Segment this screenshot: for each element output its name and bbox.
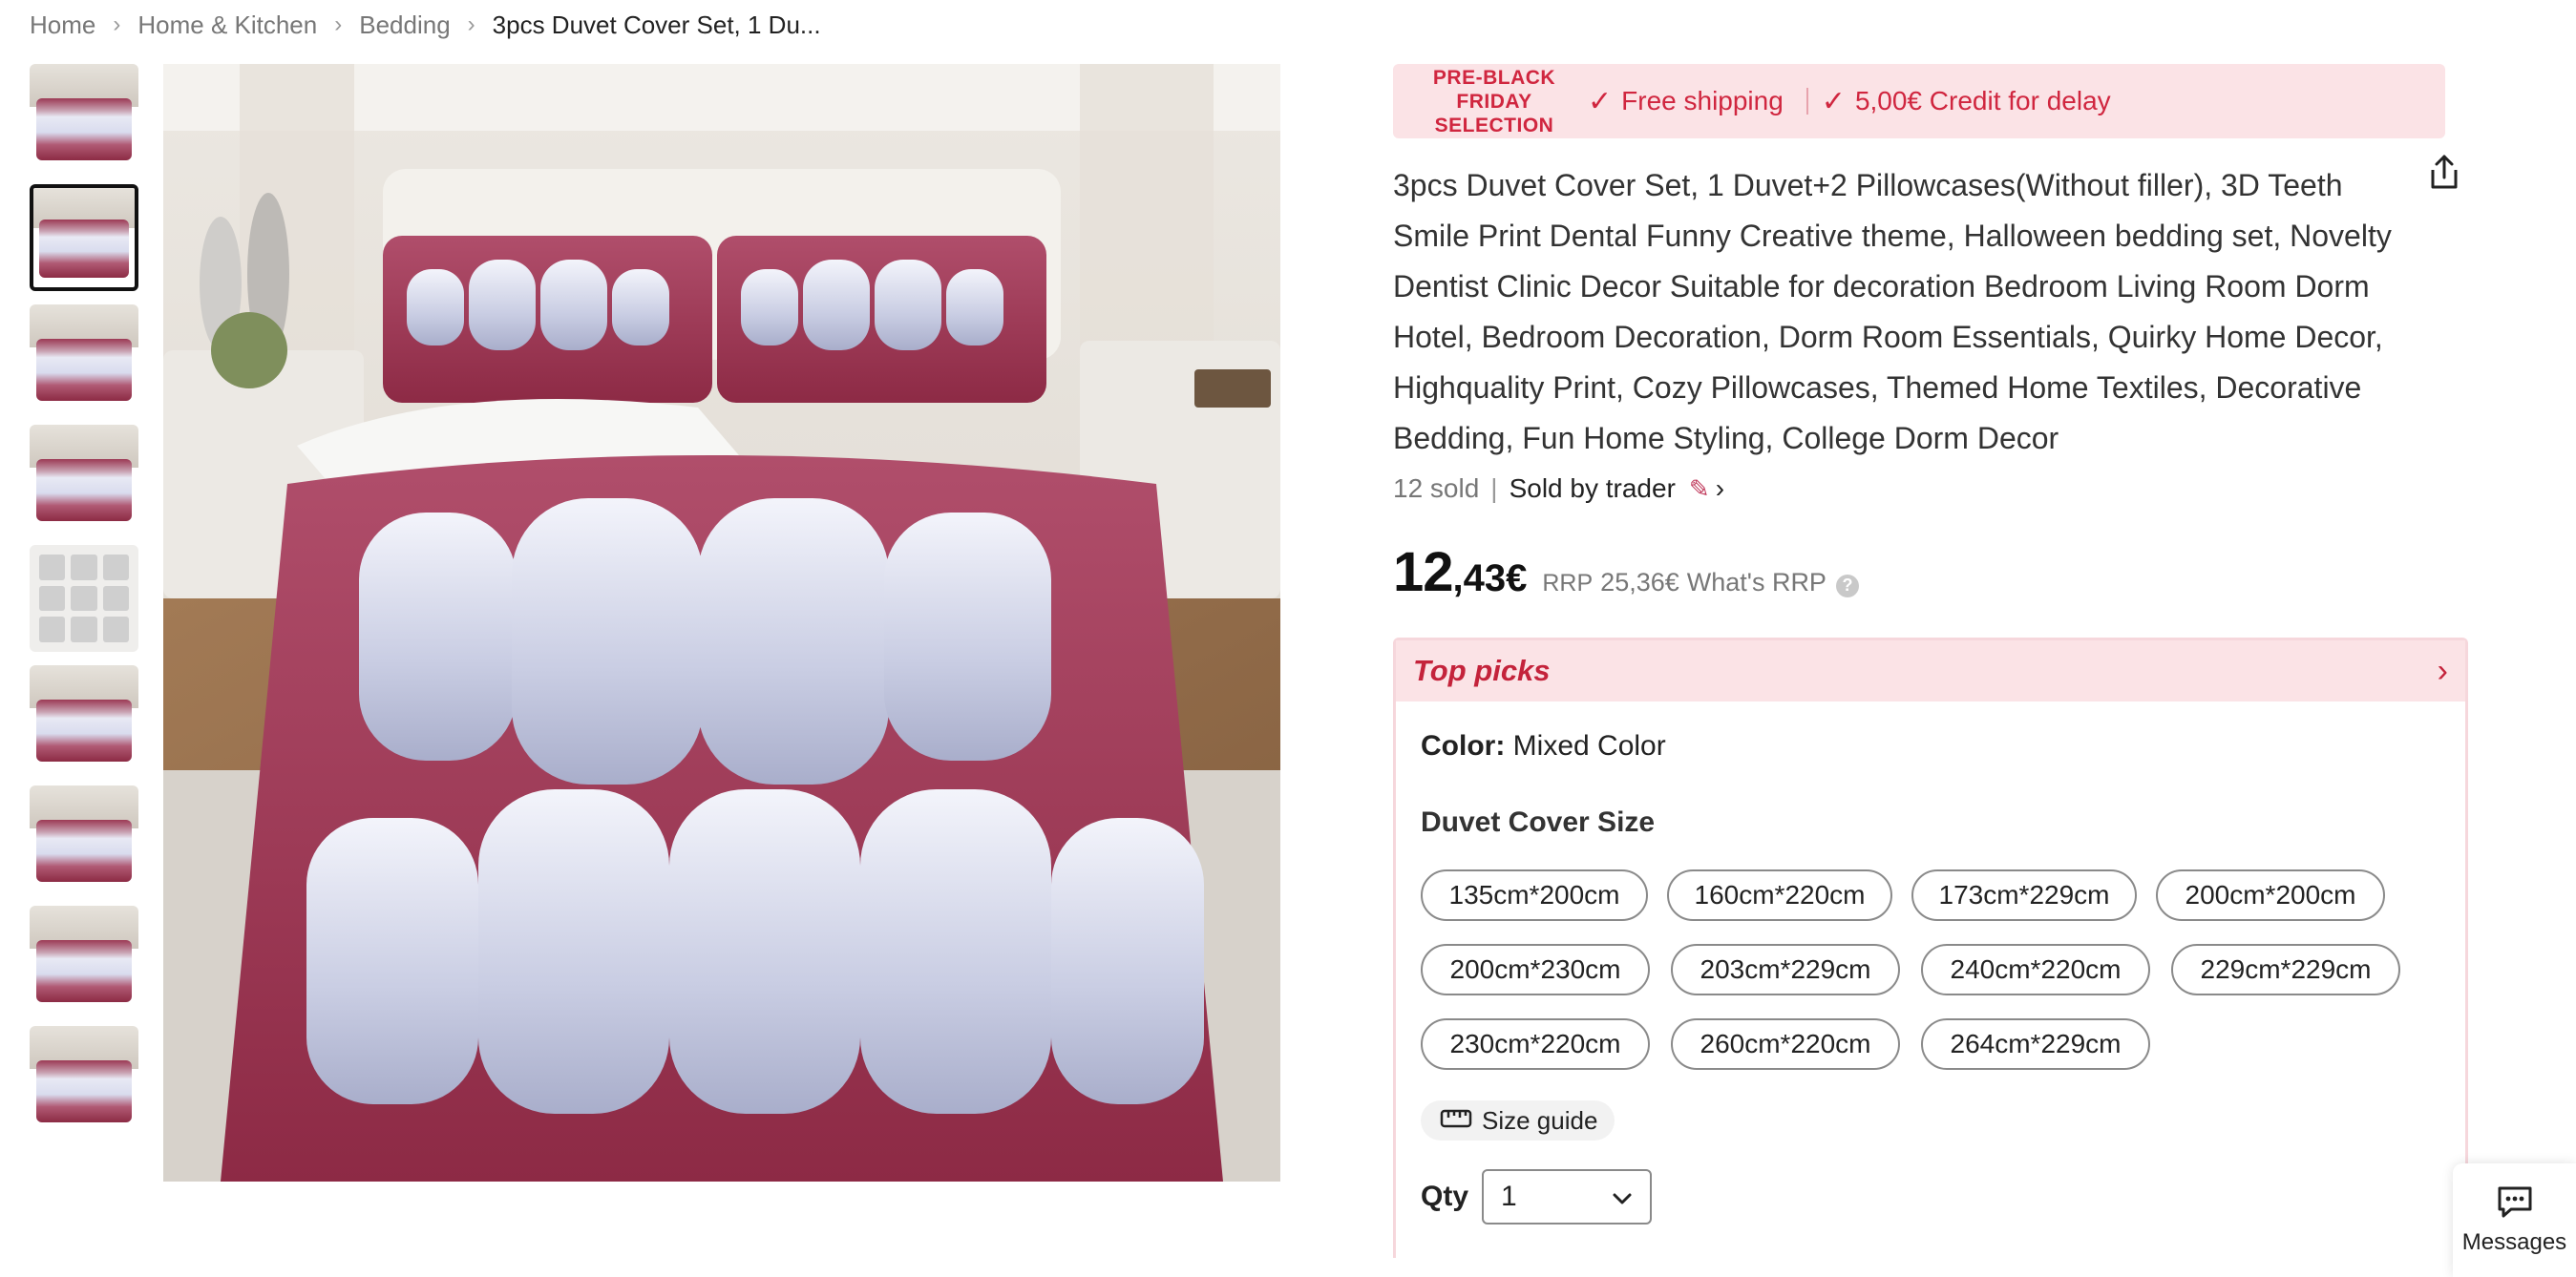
color-selection: Color: Mixed Color — [1421, 730, 1666, 763]
thumbnail-list — [30, 64, 138, 1146]
size-option[interactable]: 173cm*229cm — [1911, 869, 2137, 921]
sold-by-link[interactable]: Sold by trader — [1510, 473, 1676, 504]
free-shipping: ✓ Free shipping — [1588, 85, 1784, 118]
seller-row: 12 sold | Sold by trader ✎ › — [1393, 473, 1724, 504]
price-row: 12 ,43€ RRP 25,36€ What's RRP ? — [1393, 540, 1859, 604]
free-shipping-label: Free shipping — [1621, 86, 1784, 115]
sold-count: 12 sold — [1393, 473, 1480, 503]
size-option[interactable]: 260cm*220cm — [1671, 1018, 1900, 1070]
help-icon[interactable]: ? — [1835, 574, 1859, 597]
chevron-right-icon[interactable]: › — [2438, 653, 2448, 690]
messages-label: Messages — [2461, 1229, 2567, 1255]
size-guide-label: Size guide — [1482, 1105, 1598, 1135]
thumbnail-1[interactable] — [30, 64, 138, 171]
top-picks-header[interactable]: Top picks › — [1396, 640, 2465, 701]
quantity-row: Qty 1 — [1421, 1169, 1653, 1225]
store-icon: ✎ — [1688, 473, 1710, 503]
chevron-down-icon — [1612, 1181, 1633, 1213]
qty-label: Qty — [1421, 1181, 1469, 1212]
color-label: Color: — [1421, 730, 1506, 762]
rrp-label: RRP — [1542, 570, 1594, 597]
price-decimal: ,43€ — [1452, 557, 1528, 599]
thumbnail-3[interactable] — [30, 304, 138, 411]
size-option[interactable]: 230cm*220cm — [1421, 1018, 1650, 1070]
chevron-right-icon: › — [113, 11, 121, 37]
size-option[interactable]: 200cm*200cm — [2156, 869, 2385, 921]
product-title: 3pcs Duvet Cover Set, 1 Duvet+2 Pillowca… — [1393, 168, 2392, 455]
thumbnail-4[interactable] — [30, 425, 138, 532]
size-label: Duvet Cover Size — [1421, 806, 1656, 838]
top-picks-panel: Top picks › Color: Mixed Color Duvet Cov… — [1393, 638, 2468, 1258]
messages-button[interactable]: Messages — [2453, 1163, 2576, 1277]
size-option[interactable]: 240cm*220cm — [1921, 944, 2150, 995]
quantity-select[interactable]: 1 — [1482, 1169, 1653, 1225]
share-icon[interactable] — [2423, 151, 2465, 193]
check-icon: ✓ — [1588, 85, 1613, 117]
divider: | — [1490, 473, 1498, 503]
promo-badge-line1: PRE-BLACK FRIDAY — [1432, 66, 1556, 113]
price-integer: 12 — [1393, 541, 1454, 603]
size-option[interactable]: 160cm*220cm — [1667, 869, 1892, 921]
size-option[interactable]: 203cm*229cm — [1671, 944, 1900, 995]
thumbnail-9[interactable] — [30, 1026, 138, 1133]
rrp-value: 25,36€ — [1600, 568, 1679, 597]
promo-badge: PRE-BLACK FRIDAY SELECTION — [1414, 66, 1574, 137]
thumbnail-5[interactable] — [30, 545, 138, 652]
size-guide-button[interactable]: Size guide — [1421, 1100, 1615, 1141]
breadcrumb-current: 3pcs Duvet Cover Set, 1 Du... — [492, 10, 821, 39]
ruler-icon — [1440, 1106, 1472, 1136]
check-icon: ✓ — [1821, 85, 1846, 117]
thumbnail-7[interactable] — [30, 785, 138, 892]
divider — [1805, 88, 1808, 115]
size-option[interactable]: 135cm*200cm — [1421, 869, 1648, 921]
breadcrumb: Home › Home & Kitchen › Bedding › 3pcs D… — [30, 8, 821, 42]
chevron-right-icon[interactable]: › — [1716, 473, 1724, 504]
color-value: Mixed Color — [1512, 730, 1666, 762]
promo-badge-line2: SELECTION — [1434, 114, 1554, 136]
thumbnail-2[interactable] — [30, 184, 138, 291]
qty-value: 1 — [1501, 1181, 1517, 1212]
size-option[interactable]: 264cm*229cm — [1921, 1018, 2150, 1070]
thumbnail-8[interactable] — [30, 906, 138, 1013]
thumbnail-6[interactable] — [30, 665, 138, 772]
top-picks-title: Top picks — [1413, 654, 1551, 687]
chevron-right-icon: › — [334, 11, 343, 37]
credit-label: 5,00€ Credit for delay — [1854, 86, 2111, 115]
size-option[interactable]: 229cm*229cm — [2171, 944, 2400, 995]
chat-icon — [2496, 1184, 2534, 1224]
breadcrumb-home[interactable]: Home — [30, 10, 95, 40]
breadcrumb-home-kitchen[interactable]: Home & Kitchen — [137, 10, 317, 40]
promo-banner: PRE-BLACK FRIDAY SELECTION ✓ Free shippi… — [1393, 64, 2445, 138]
chevron-right-icon: › — [467, 11, 475, 37]
size-option[interactable]: 200cm*230cm — [1421, 944, 1650, 995]
breadcrumb-bedding[interactable]: Bedding — [359, 10, 450, 40]
credit-for-delay: ✓ 5,00€ Credit for delay — [1822, 85, 2111, 118]
whats-rrp-link[interactable]: What's RRP — [1687, 568, 1826, 597]
main-product-image[interactable] — [163, 64, 1280, 1182]
